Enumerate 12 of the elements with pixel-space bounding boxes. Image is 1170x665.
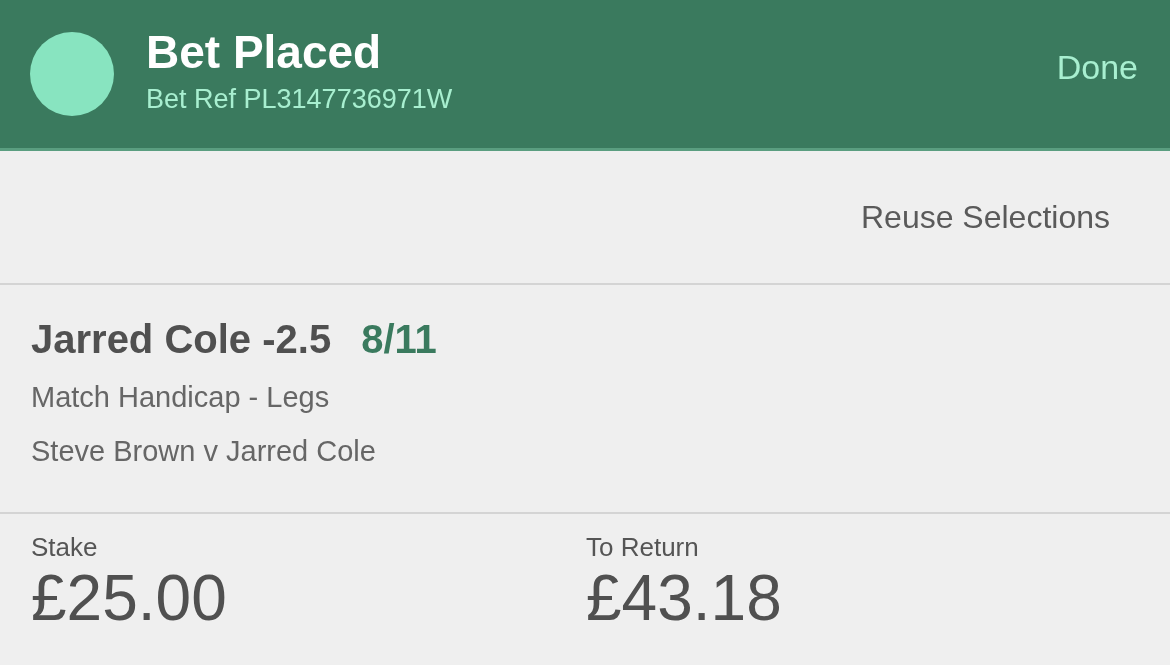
amount-value: £43.18 xyxy=(586,562,783,634)
bet-reference: Bet Ref PL3147736971W xyxy=(146,83,454,116)
market-name: Match Handicap - Legs xyxy=(31,380,331,415)
selection-odds: 8/11 xyxy=(361,317,437,362)
event-name: Steve Brown v Jarred Cole xyxy=(31,434,377,469)
reuse-selections-button[interactable]: Reuse Selections xyxy=(860,198,1110,236)
amount-value: £25.00 xyxy=(31,562,228,634)
done-button[interactable]: Done xyxy=(1056,47,1138,87)
selection-name: Jarred Cole -2.5 xyxy=(31,317,332,362)
amount-label: Stake xyxy=(31,532,99,562)
amount-label: To Return xyxy=(586,532,700,562)
confirmation-title: Bet Placed xyxy=(146,25,383,80)
